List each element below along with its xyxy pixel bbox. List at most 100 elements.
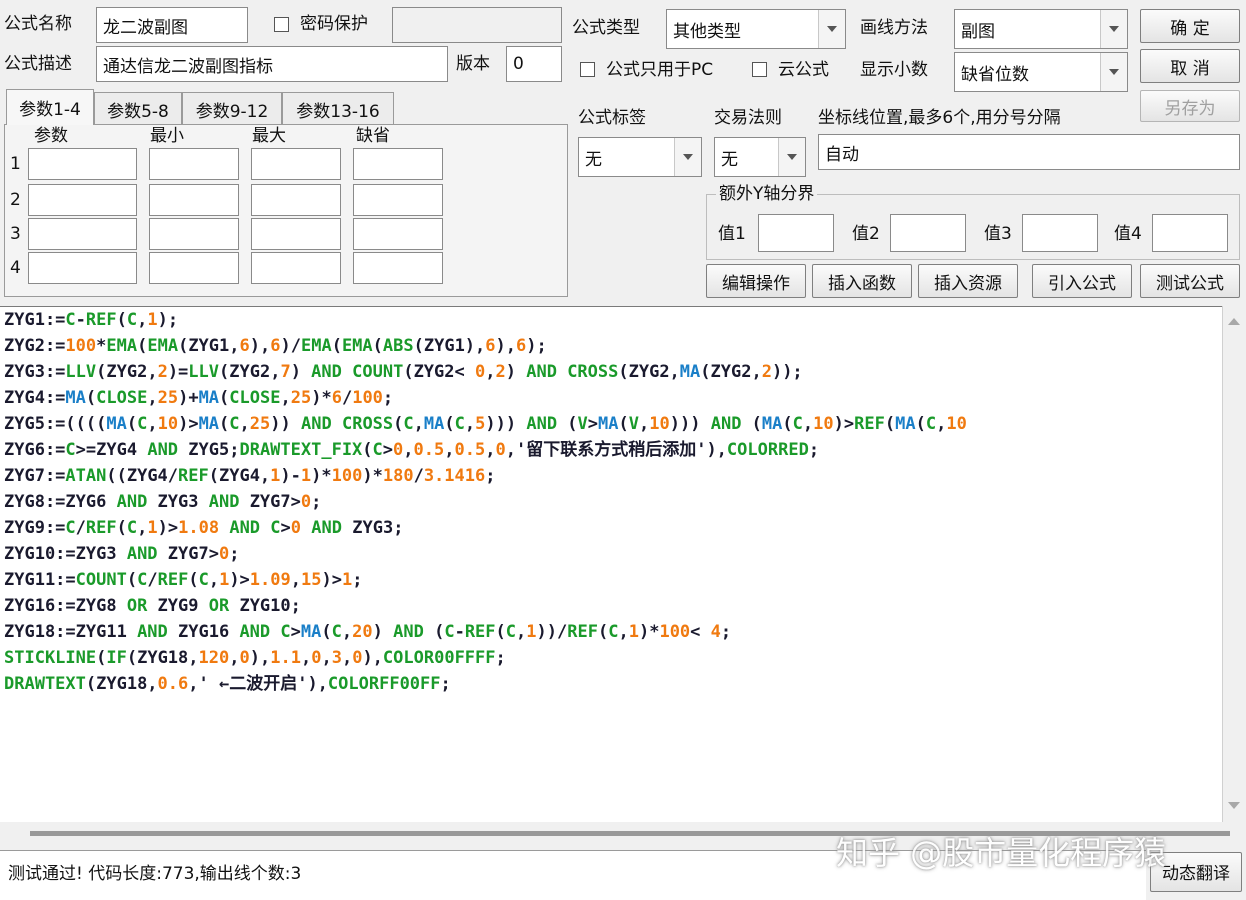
cancel-button[interactable]: 取 消 — [1140, 49, 1240, 83]
code-token: 6 — [331, 388, 342, 408]
code-line[interactable]: ZYG5:=((((MA(C,10)>MA(C,25)) AND CROSS(C… — [0, 411, 1222, 437]
import-formula-button[interactable]: 引入公式 — [1032, 264, 1132, 298]
code-line[interactable]: ZYG11:=COUNT(C/REF(C,1)>1.09,15)>1; — [0, 567, 1222, 593]
edit-ops-button[interactable]: 编辑操作 — [706, 264, 806, 298]
chevron-down-icon[interactable] — [1100, 53, 1127, 91]
draw-method-select[interactable]: 副图 — [954, 9, 1128, 49]
param-min-input[interactable] — [149, 148, 239, 180]
code-token: (ZYG4, — [208, 466, 271, 486]
code-line[interactable]: ZYG16:=ZYG8 OR ZYG9 OR ZYG10; — [0, 593, 1222, 619]
version-input[interactable]: 0 — [506, 46, 562, 82]
decimals-select[interactable]: 缺省位数 — [954, 52, 1128, 92]
code-line[interactable]: ZYG7:=ATAN((ZYG4/REF(ZYG4,1)-1)*100)*180… — [0, 463, 1222, 489]
code-token: ZYG16 — [167, 622, 240, 642]
cloud-checkbox[interactable] — [752, 62, 767, 77]
code-line[interactable]: ZYG1:=C-REF(C,1); — [0, 307, 1222, 333]
code-token: C — [403, 414, 414, 434]
code-token: COLOR00FFFF — [382, 648, 496, 668]
chevron-down-icon[interactable] — [818, 10, 845, 48]
code-line[interactable]: ZYG6:=C>=ZYG4 AND ZYG5;DRAWTEXT_FIX(C>0,… — [0, 437, 1222, 463]
code-token: 180 — [382, 466, 414, 486]
tab-params-9-12[interactable]: 参数9-12 — [182, 92, 282, 125]
code-line[interactable]: STICKLINE(IF(ZYG18,120,0),1.1,0,3,0),COL… — [0, 645, 1222, 671]
code-line[interactable]: DRAWTEXT(ZYG18,0.6,' ←二波开启'),COLORFF00FF… — [0, 671, 1222, 697]
code-line[interactable]: ZYG10:=ZYG3 AND ZYG7>0; — [0, 541, 1222, 567]
param-row-number: 2 — [10, 190, 21, 210]
tab-params-13-16[interactable]: 参数13-16 — [282, 92, 394, 125]
param-min-input[interactable] — [149, 252, 239, 284]
param-max-input[interactable] — [251, 252, 341, 284]
value2-input[interactable] — [890, 214, 966, 252]
param-max-input[interactable] — [251, 184, 341, 216]
code-line[interactable]: ZYG9:=C/REF(C,1)>1.08 AND C>0 AND ZYG3; — [0, 515, 1222, 541]
code-line[interactable]: ZYG8:=ZYG6 AND ZYG3 AND ZYG7>0; — [0, 489, 1222, 515]
param-default-input[interactable] — [353, 252, 443, 284]
scroll-up-icon[interactable] — [1228, 318, 1240, 325]
password-input[interactable] — [392, 7, 562, 43]
chevron-down-icon[interactable] — [1100, 10, 1127, 48]
code-line[interactable]: ZYG4:=MA(CLOSE,25)+MA(CLOSE,25)*6/100; — [0, 385, 1222, 411]
param-min-input[interactable] — [149, 184, 239, 216]
test-formula-button[interactable]: 测试公式 — [1140, 264, 1240, 298]
code-token: 0 — [290, 518, 302, 538]
code-token: / — [75, 518, 86, 538]
code-token: REF — [85, 310, 117, 330]
code-token: ); — [526, 336, 547, 356]
param-max-input[interactable] — [251, 218, 341, 250]
chevron-down-icon[interactable] — [778, 138, 805, 176]
param-name-input[interactable] — [28, 184, 137, 216]
formula-name-input[interactable]: 龙二波副图 — [96, 7, 248, 43]
pc-only-checkbox[interactable] — [580, 62, 595, 77]
code-line[interactable]: ZYG3:=LLV(ZYG2,2)=LLV(ZYG2,7) AND COUNT(… — [0, 359, 1222, 385]
code-token: 1 — [526, 622, 537, 642]
vertical-scrollbar[interactable] — [1222, 306, 1246, 822]
param-max-input[interactable] — [251, 148, 341, 180]
ok-button[interactable]: 确 定 — [1140, 9, 1240, 43]
formula-desc-input[interactable]: 通达信龙二波副图指标 — [96, 46, 448, 82]
scroll-down-icon[interactable] — [1228, 802, 1240, 809]
code-token: )> — [833, 414, 855, 434]
code-token: C — [229, 414, 240, 434]
code-line[interactable]: ZYG2:=100*EMA(EMA(ZYG1,6),6)/EMA(EMA(ABS… — [0, 333, 1222, 359]
password-checkbox[interactable] — [274, 17, 289, 32]
code-token: LLV — [65, 362, 97, 382]
save-as-button[interactable]: 另存为 — [1140, 90, 1240, 122]
code-token: 0 — [495, 440, 506, 460]
version-label: 版本 — [456, 54, 490, 74]
code-token: ( — [126, 414, 138, 434]
formula-type-select[interactable]: 其他类型 — [666, 9, 846, 49]
param-default-input[interactable] — [353, 184, 443, 216]
value4-input[interactable] — [1152, 214, 1228, 252]
param-name-input[interactable] — [28, 252, 137, 284]
code-token: ZYG10; — [229, 596, 301, 616]
code-token: 5 — [475, 414, 486, 434]
insert-function-button[interactable]: 插入函数 — [812, 264, 912, 298]
trade-rule-select[interactable]: 无 — [714, 137, 806, 177]
param-default-input[interactable] — [353, 218, 443, 250]
tab-params-1-4[interactable]: 参数1-4 — [6, 89, 94, 125]
code-token: AND — [526, 414, 558, 434]
value3-input[interactable] — [1022, 214, 1098, 252]
code-token: C — [444, 622, 455, 642]
code-line[interactable]: ZYG18:=ZYG11 AND ZYG16 AND C>MA(C,20) AN… — [0, 619, 1222, 645]
tab-params-5-8[interactable]: 参数5-8 — [94, 92, 182, 125]
chevron-down-icon[interactable] — [674, 138, 701, 176]
code-token: ATAN — [65, 466, 107, 486]
param-name-input[interactable] — [28, 218, 137, 250]
code-token: (ZYG2, — [700, 362, 762, 382]
param-min-input[interactable] — [149, 218, 239, 250]
param-name-input[interactable] — [28, 148, 137, 180]
code-token: 1 — [300, 466, 312, 486]
code-token: ZYG5:=(((( — [4, 414, 107, 434]
param-default-input[interactable] — [353, 148, 443, 180]
value1-input[interactable] — [758, 214, 834, 252]
code-token: 10 — [649, 414, 670, 434]
code-token: C — [454, 414, 465, 434]
insert-resource-button[interactable]: 插入资源 — [918, 264, 1018, 298]
formula-tag-select[interactable]: 无 — [578, 137, 702, 177]
code-editor[interactable]: ZYG1:=C-REF(C,1); ZYG2:=100*EMA(EMA(ZYG1,… — [0, 306, 1222, 823]
code-token: 10 — [157, 414, 179, 434]
code-token: , — [341, 648, 353, 668]
axis-lines-input[interactable]: 自动 — [818, 134, 1240, 170]
code-token: - — [75, 310, 86, 330]
